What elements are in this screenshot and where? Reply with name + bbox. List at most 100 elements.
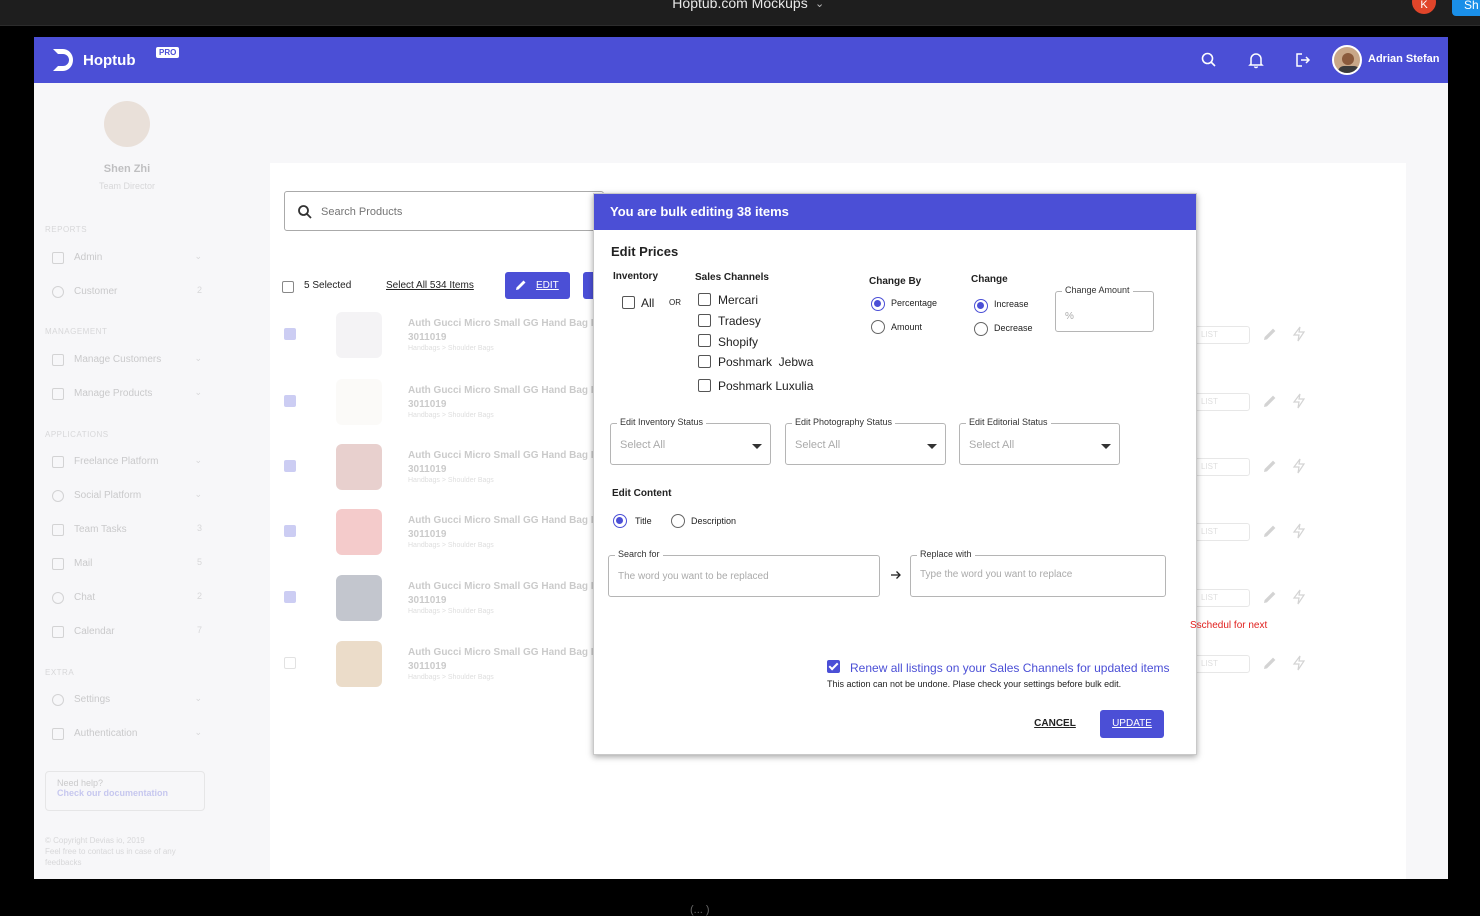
list-action-select[interactable]: LIST xyxy=(1190,523,1250,541)
product-thumbnail[interactable] xyxy=(336,509,382,555)
bell-icon[interactable] xyxy=(1247,51,1265,69)
list-action-select[interactable]: LIST xyxy=(1190,655,1250,673)
editorial-status-value: Select All xyxy=(969,439,1015,451)
product-title[interactable]: Auth Gucci Micro Small GG Hand Bag Iv xyxy=(408,515,599,526)
lightning-icon[interactable] xyxy=(1292,326,1306,342)
window-title[interactable]: Hoptub.com Mockups xyxy=(0,0,1480,11)
search-for-field[interactable]: Search for The word you want to be repla… xyxy=(608,549,880,597)
profile-avatar xyxy=(104,101,150,147)
update-button[interactable]: UPDATE xyxy=(1100,710,1164,738)
section-applications: APPLICATIONS xyxy=(45,430,109,439)
sidebar-item-team-tasks[interactable]: Team Tasks 3 xyxy=(52,523,202,539)
user-name[interactable]: Adrian Stefan xyxy=(1368,53,1440,65)
sidebar-item-manage-customers[interactable]: Manage Customers ⌄ xyxy=(52,353,202,369)
replace-with-field[interactable]: Replace with Type the word you want to r… xyxy=(910,549,1166,597)
brand-name[interactable]: Hoptub xyxy=(83,52,135,69)
sidebar-item-settings[interactable]: Settings ⌄ xyxy=(52,693,202,709)
photography-status-select[interactable]: Edit Photography Status Select All xyxy=(785,417,946,465)
product-title[interactable]: Auth Gucci Micro Small GG Hand Bag Iv xyxy=(408,450,599,461)
lightning-icon[interactable] xyxy=(1292,393,1306,409)
list-action-select[interactable]: LIST xyxy=(1190,326,1250,344)
description-radio[interactable] xyxy=(671,514,685,528)
product-search-box[interactable] xyxy=(284,191,604,231)
sidebar-item-authentication[interactable]: Authentication ⌄ xyxy=(52,727,202,743)
pencil-icon[interactable] xyxy=(1262,655,1278,671)
search-input[interactable] xyxy=(321,202,581,222)
product-title[interactable]: Auth Gucci Micro Small GG Hand Bag Iv xyxy=(408,581,599,592)
channel-tradesy-checkbox[interactable] xyxy=(698,314,711,327)
cancel-button[interactable]: CANCEL xyxy=(1026,711,1084,737)
change-amount-field[interactable]: Change Amount % xyxy=(1055,285,1154,332)
row-checkbox[interactable] xyxy=(284,328,296,340)
row-checkbox[interactable] xyxy=(284,525,296,537)
hoptub-logo-icon[interactable] xyxy=(50,47,76,73)
channel-shopify-checkbox[interactable] xyxy=(698,334,711,347)
increase-radio[interactable] xyxy=(974,299,988,313)
edit-button[interactable]: EDIT xyxy=(505,272,570,299)
row-checkbox[interactable] xyxy=(284,395,296,407)
row-checkbox[interactable] xyxy=(284,657,296,669)
dropdown-caret-icon xyxy=(752,444,762,449)
product-thumbnail[interactable] xyxy=(336,575,382,621)
logout-icon[interactable] xyxy=(1294,51,1312,69)
share-icon xyxy=(52,490,64,502)
lightning-icon[interactable] xyxy=(1292,655,1306,671)
lightning-icon[interactable] xyxy=(1292,458,1306,474)
sidebar-item-customer[interactable]: Customer 2 xyxy=(52,285,202,301)
collaborator-avatar[interactable]: K xyxy=(1412,0,1436,14)
sidebar-item-admin[interactable]: Admin ⌄ xyxy=(52,251,202,267)
dashboard-icon xyxy=(52,252,64,264)
channel-poshmark-luxulia-checkbox[interactable] xyxy=(698,379,711,392)
sidebar-item-calendar[interactable]: Calendar 7 xyxy=(52,625,202,641)
user-avatar[interactable] xyxy=(1332,45,1362,75)
change-label: Change xyxy=(971,274,1008,285)
product-sku: 3011019 xyxy=(408,595,447,606)
channel-poshmark-jebwa-checkbox[interactable] xyxy=(698,355,711,368)
product-sku: 3011019 xyxy=(408,399,447,410)
product-title[interactable]: Auth Gucci Micro Small GG Hand Bag Iv xyxy=(408,318,599,329)
product-title[interactable]: Auth Gucci Micro Small GG Hand Bag Iv xyxy=(408,647,599,658)
cart-icon xyxy=(52,388,64,400)
select-all-link[interactable]: Select All 534 Items xyxy=(386,280,474,291)
product-thumbnail[interactable] xyxy=(336,444,382,490)
list-action-select[interactable]: LIST xyxy=(1190,458,1250,476)
help-box[interactable]: Need help? Check our documentation xyxy=(45,771,205,811)
inventory-status-select[interactable]: Edit Inventory Status Select All xyxy=(610,417,771,465)
inventory-all-checkbox[interactable] xyxy=(622,296,635,309)
renew-listings-checkbox[interactable] xyxy=(827,660,840,673)
sidebar-item-freelance[interactable]: Freelance Platform ⌄ xyxy=(52,455,202,471)
lightning-icon[interactable] xyxy=(1292,523,1306,539)
product-thumbnail[interactable] xyxy=(336,379,382,425)
lightning-icon[interactable] xyxy=(1292,589,1306,605)
amount-radio[interactable] xyxy=(871,320,885,334)
channel-mercari-checkbox[interactable] xyxy=(698,293,711,306)
sidebar-item-manage-products[interactable]: Manage Products ⌄ xyxy=(52,387,202,403)
pencil-icon[interactable] xyxy=(1262,523,1278,539)
pencil-icon[interactable] xyxy=(1262,589,1278,605)
row-checkbox[interactable] xyxy=(284,591,296,603)
product-thumbnail[interactable] xyxy=(336,312,382,358)
documentation-link[interactable]: Check our documentation xyxy=(57,788,204,798)
pencil-icon[interactable] xyxy=(1262,458,1278,474)
list-action-select[interactable]: LIST xyxy=(1190,589,1250,607)
sidebar-item-social[interactable]: Social Platform ⌄ xyxy=(52,489,202,505)
product-title[interactable]: Auth Gucci Micro Small GG Hand Bag Iv xyxy=(408,385,599,396)
editorial-status-select[interactable]: Edit Editorial Status Select All xyxy=(959,417,1120,465)
pencil-icon[interactable] xyxy=(1262,326,1278,342)
list-action-select[interactable]: LIST xyxy=(1190,393,1250,411)
decrease-radio[interactable] xyxy=(974,322,988,336)
bottom-caption: (... ) xyxy=(690,904,710,916)
chevron-down-icon[interactable]: ⌄ xyxy=(815,0,824,10)
search-icon[interactable] xyxy=(1200,51,1218,69)
pencil-icon[interactable] xyxy=(1262,393,1278,409)
select-all-checkbox[interactable] xyxy=(282,281,294,293)
row-checkbox[interactable] xyxy=(284,460,296,472)
share-button[interactable]: Sh xyxy=(1452,0,1480,16)
footer-note: Feel free to contact us in case of any f… xyxy=(45,847,176,867)
title-radio[interactable] xyxy=(613,514,627,528)
sidebar-item-chat[interactable]: Chat 2 xyxy=(52,591,202,607)
product-thumbnail[interactable] xyxy=(336,641,382,687)
sidebar-item-mail[interactable]: Mail 5 xyxy=(52,557,202,573)
percentage-radio[interactable] xyxy=(871,297,885,311)
channel-mercari-label: Mercari xyxy=(718,293,759,307)
